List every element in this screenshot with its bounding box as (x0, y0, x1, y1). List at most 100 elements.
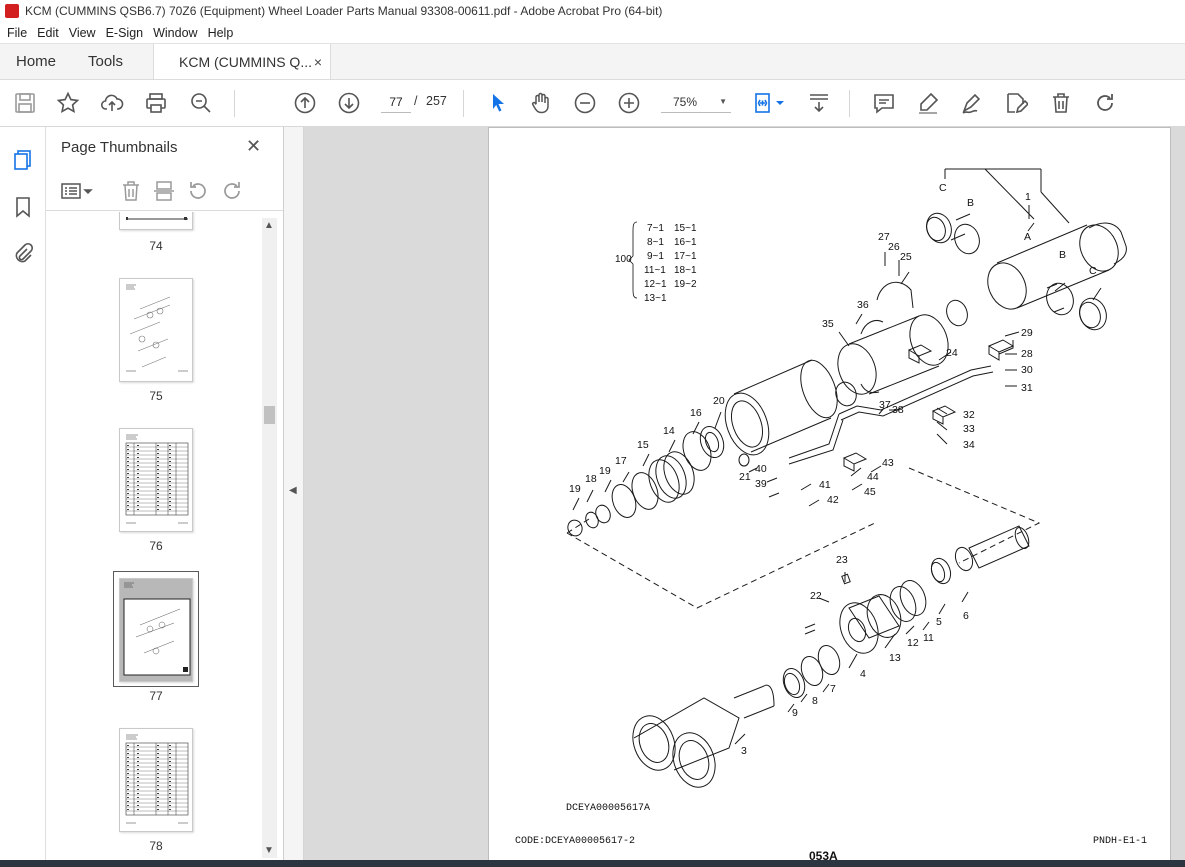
callout: 6 (963, 610, 969, 622)
group-item: 12~1 (644, 279, 667, 290)
page-thumbnails-icon[interactable] (10, 147, 36, 173)
callout: B (967, 197, 974, 209)
acrobat-app-icon (5, 4, 19, 18)
zoom-in-icon[interactable] (617, 91, 641, 115)
callout: 16 (690, 407, 702, 419)
save-icon[interactable] (13, 91, 37, 115)
callout: 19 (599, 465, 611, 477)
callout: A (1024, 231, 1031, 243)
thumbnail-scrollbar[interactable]: ▲ ▼ (262, 218, 277, 858)
thumbnail-toolbar (46, 173, 283, 211)
thumbnail-options-menu-icon[interactable] (60, 179, 94, 203)
callout: 42 (827, 494, 839, 506)
document-view[interactable]: 1 A B C B C 27 26 25 36 35 24 28 29 30 3… (304, 127, 1185, 860)
callout: 30 (1021, 364, 1033, 376)
group-item: 13~1 (644, 293, 667, 304)
callout: 18 (585, 473, 597, 485)
callout: 35 (822, 318, 834, 330)
callout: 22 (810, 590, 822, 602)
group-item: 18~1 (674, 265, 697, 276)
cloud-upload-icon[interactable] (100, 91, 124, 115)
fill-sign-icon[interactable] (960, 91, 984, 115)
menu-edit[interactable]: Edit (32, 26, 64, 40)
menu-esign[interactable]: E-Sign (101, 26, 149, 40)
group-item: 8~1 (647, 237, 664, 248)
comment-icon[interactable] (872, 91, 896, 115)
callout: 8 (812, 695, 818, 707)
group-item: 11~1 (644, 265, 666, 276)
thumbnail-list: 74 75 76 77 78 (46, 212, 262, 860)
callout: C (1089, 265, 1097, 277)
tab-home[interactable]: Home (0, 44, 73, 79)
panel-close-icon[interactable]: ✕ (246, 136, 261, 157)
group-item: 7~1 (647, 223, 664, 234)
callout: 13 (889, 652, 901, 664)
callout: 3 (741, 745, 747, 757)
highlight-pen-icon[interactable] (916, 91, 940, 115)
zoom-out-icon[interactable] (573, 91, 597, 115)
callout: 45 (864, 486, 876, 498)
thumbnail-page[interactable] (119, 428, 193, 532)
scroll-down-icon[interactable]: ▼ (264, 845, 274, 856)
next-page-icon[interactable] (337, 91, 361, 115)
tab-document[interactable]: KCM (CUMMINS Q... × (153, 44, 331, 79)
callout: 4 (860, 668, 866, 680)
hand-tool-icon[interactable] (529, 91, 553, 115)
parts-exploded-diagram: 1 A B C B C 27 26 25 36 35 24 28 29 30 3… (515, 168, 1147, 860)
attachment-paperclip-icon[interactable] (10, 240, 36, 266)
bookmark-icon[interactable] (10, 194, 36, 220)
star-icon[interactable] (56, 91, 80, 115)
callout: 33 (963, 423, 975, 435)
thumbnail-insert-page-icon[interactable] (152, 179, 176, 203)
find-zoom-icon[interactable] (189, 91, 213, 115)
callout: C (939, 182, 947, 194)
callout: 11 (923, 632, 934, 644)
callout: 39 (755, 478, 767, 490)
toolbar-separator (234, 90, 235, 117)
page-number-input[interactable] (381, 91, 411, 113)
callout: 29 (1021, 327, 1033, 339)
menu-window[interactable]: Window (148, 26, 202, 40)
code-line: CODE:DCEYA00005617-2 (515, 836, 635, 847)
rotate-clockwise-icon[interactable] (220, 179, 244, 203)
menu-file[interactable]: File (2, 26, 32, 40)
edit-pdf-icon[interactable] (1004, 91, 1028, 115)
print-icon[interactable] (144, 91, 168, 115)
select-cursor-icon[interactable] (486, 91, 510, 115)
fit-page-icon[interactable] (752, 91, 776, 115)
thumbnail-delete-icon[interactable] (119, 179, 143, 203)
rotate-counterclockwise-icon[interactable] (186, 179, 210, 203)
fit-page-dropdown-icon[interactable] (775, 91, 785, 115)
tab-tools[interactable]: Tools (73, 44, 153, 79)
collapse-left-icon[interactable]: ◀ (289, 485, 297, 496)
menu-view[interactable]: View (64, 26, 101, 40)
thumbnail-page[interactable] (119, 212, 193, 230)
thumbnail-page[interactable] (119, 278, 193, 382)
callout: 5 (936, 616, 942, 628)
toolbar-separator (849, 90, 850, 117)
scroll-up-icon[interactable]: ▲ (264, 220, 274, 231)
page-reference: PNDH-E1-1 (1093, 836, 1147, 847)
zoom-select[interactable]: 75% ▼ (661, 91, 731, 113)
callout: 32 (963, 409, 975, 421)
page-separator: / (414, 94, 418, 108)
callout: B (1059, 249, 1066, 261)
thumbnail-page-selected[interactable] (119, 578, 193, 682)
panel-collapse-strip[interactable]: ◀ (284, 127, 304, 860)
callout: 36 (857, 299, 869, 311)
panel-title: Page Thumbnails (61, 139, 178, 156)
thumbnail-label: 74 (149, 239, 163, 253)
thumbnail-label: 77 (149, 689, 163, 703)
previous-page-icon[interactable] (293, 91, 317, 115)
tab-close-icon[interactable]: × (314, 54, 322, 70)
rotate-icon[interactable] (1093, 91, 1117, 115)
callout: 17 (615, 455, 627, 467)
callout: 23 (836, 554, 848, 566)
total-pages: 257 (426, 94, 447, 108)
delete-trash-icon[interactable] (1049, 91, 1073, 115)
scrollbar-thumb[interactable] (264, 406, 275, 424)
menu-help[interactable]: Help (203, 26, 239, 40)
callout: 21 (739, 471, 751, 483)
scroll-mode-icon[interactable] (807, 91, 831, 115)
thumbnail-page[interactable] (119, 728, 193, 832)
